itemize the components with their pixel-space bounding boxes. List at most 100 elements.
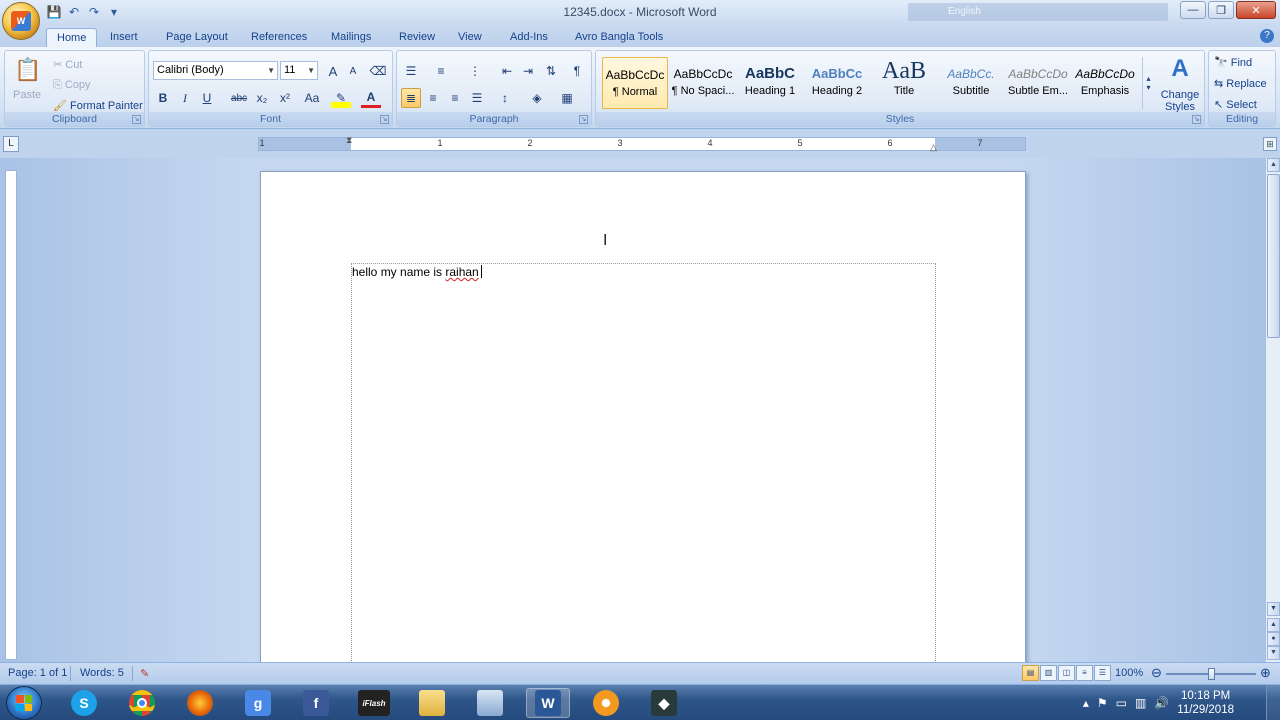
web-layout-icon[interactable]: ◫	[1058, 665, 1075, 681]
tab-view[interactable]: View	[448, 28, 492, 47]
strikethrough-button[interactable]: abc	[229, 88, 249, 108]
draft-icon[interactable]: ☰	[1094, 665, 1111, 681]
taskbar-chrome[interactable]	[120, 688, 164, 718]
paragraph-dialog-launcher[interactable]: ↘	[579, 115, 588, 124]
show-marks-button[interactable]: ¶	[567, 61, 587, 81]
bullets-icon[interactable]: ☰	[401, 61, 421, 81]
zoom-in-icon[interactable]: ⊕	[1260, 665, 1271, 681]
clock[interactable]: 10:18 PM 11/29/2018	[1177, 689, 1234, 717]
zoom-out-icon[interactable]: ⊖	[1151, 665, 1162, 681]
taskbar-firefox[interactable]	[178, 688, 222, 718]
clear-formatting-icon[interactable]: ⌫	[368, 61, 388, 81]
vertical-ruler[interactable]	[5, 170, 17, 660]
page-count[interactable]: Page: 1 of 1	[8, 667, 67, 679]
taskbar-google[interactable]: g	[236, 688, 280, 718]
style-emphasis[interactable]: AaBbCcDo Emphasis	[1072, 57, 1138, 109]
taskbar-explorer[interactable]	[410, 688, 454, 718]
underline-button[interactable]: U	[197, 88, 217, 108]
find-button[interactable]: 🔭 Find	[1214, 56, 1252, 69]
restore-button[interactable]: ❐	[1208, 1, 1234, 19]
font-dialog-launcher[interactable]: ↘	[380, 115, 389, 124]
tab-page-layout[interactable]: Page Layout	[156, 28, 238, 47]
scroll-thumb[interactable]	[1267, 174, 1280, 338]
font-name-combo[interactable]: Calibri (Body) ▼	[153, 61, 278, 80]
styles-dialog-launcher[interactable]: ↘	[1192, 115, 1201, 124]
align-left-icon[interactable]: ≣	[401, 88, 421, 108]
change-styles-button[interactable]: Change Styles	[1160, 89, 1200, 113]
document-page[interactable]: I hello my name is raihan	[260, 171, 1026, 662]
borders-icon[interactable]: ▦	[557, 88, 577, 108]
tab-review[interactable]: Review	[389, 28, 445, 47]
subscript-button[interactable]: x₂	[252, 88, 272, 108]
outline-icon[interactable]: ≡	[1076, 665, 1093, 681]
font-color-icon[interactable]: A	[361, 88, 381, 108]
sort-icon[interactable]: ⇅	[541, 61, 561, 81]
format-painter-button[interactable]: 🖌 Format Painter	[53, 99, 143, 112]
copy-button[interactable]: ⎘ Copy	[53, 79, 91, 92]
taskbar-facebook[interactable]: f	[294, 688, 338, 718]
zoom-level[interactable]: 100%	[1115, 667, 1143, 679]
italic-button[interactable]: I	[175, 88, 195, 108]
previous-page-icon[interactable]: ▲	[1267, 618, 1280, 632]
clipboard-dialog-launcher[interactable]: ↘	[132, 115, 141, 124]
help-icon[interactable]: ?	[1260, 29, 1274, 43]
style-title[interactable]: AaB Title	[871, 57, 937, 109]
start-button[interactable]	[6, 686, 42, 720]
taskbar-skype[interactable]: S	[62, 688, 106, 718]
minimize-button[interactable]: —	[1180, 1, 1206, 19]
office-button[interactable]: W	[2, 2, 40, 40]
scroll-down-icon[interactable]: ▼	[1267, 602, 1280, 616]
close-button[interactable]: ✕	[1236, 1, 1276, 19]
decrease-indent-icon[interactable]: ⇤	[497, 61, 517, 81]
right-indent-marker-icon[interactable]: △	[930, 142, 937, 153]
zoom-slider-knob[interactable]	[1208, 668, 1215, 680]
cut-button[interactable]: ✂ Cut	[53, 58, 82, 71]
taskbar-computer[interactable]	[468, 688, 512, 718]
print-layout-icon[interactable]: ▤	[1022, 665, 1039, 681]
shading-icon[interactable]: ◈	[527, 88, 547, 108]
view-ruler-icon[interactable]: ⊞	[1263, 137, 1277, 151]
tab-avro-bangla-tools[interactable]: Avro Bangla Tools	[565, 28, 673, 47]
select-browse-object-icon[interactable]: ●	[1267, 632, 1280, 646]
multilevel-list-icon[interactable]: ⋮	[465, 61, 485, 81]
style-normal[interactable]: AaBbCcDc ¶ Normal	[602, 57, 668, 109]
show-desktop-button[interactable]	[1266, 685, 1280, 720]
network-icon[interactable]: ▥	[1135, 696, 1146, 710]
line-spacing-icon[interactable]: ↕	[495, 88, 515, 108]
style-subtle-emphasis[interactable]: AaBbCcDo Subtle Em...	[1005, 57, 1071, 109]
taskbar-flash[interactable]: iFlash	[352, 688, 396, 718]
style-heading-2[interactable]: AaBbCc Heading 2	[804, 57, 870, 109]
change-case-button[interactable]: Aa	[299, 88, 325, 108]
paste-icon[interactable]: 📋	[13, 55, 43, 85]
tab-mailings[interactable]: Mailings	[321, 28, 381, 47]
taskbar-filmora[interactable]: ◆	[642, 688, 686, 718]
tab-references[interactable]: References	[241, 28, 317, 47]
horizontal-ruler[interactable]: 1 1 2 3 4 5 6 7 ⧗ △	[258, 135, 1026, 153]
next-page-icon[interactable]: ▼	[1267, 646, 1280, 660]
tab-selector-icon[interactable]: L	[3, 136, 19, 152]
volume-icon[interactable]: 🔊	[1154, 696, 1169, 710]
highlight-icon[interactable]: ✎	[331, 88, 351, 108]
numbering-icon[interactable]: ≡	[431, 61, 451, 81]
action-center-flag-icon[interactable]: ⚑	[1097, 696, 1108, 710]
shrink-font-button[interactable]: A	[343, 61, 363, 81]
language-bar[interactable]: English	[908, 3, 1168, 21]
replace-button[interactable]: ⇆ Replace	[1214, 77, 1267, 90]
justify-icon[interactable]: ☰	[467, 88, 487, 108]
select-button[interactable]: ↖ Select	[1214, 98, 1257, 111]
change-styles-icon[interactable]: A	[1166, 55, 1194, 83]
full-screen-reading-icon[interactable]: ▥	[1040, 665, 1057, 681]
style-no-spacing[interactable]: AaBbCcDc ¶ No Spaci...	[670, 57, 736, 109]
indent-marker-icon[interactable]: ⧗	[346, 135, 352, 146]
word-count[interactable]: Words: 5	[80, 667, 124, 679]
misspelled-word[interactable]: raihan	[445, 265, 478, 279]
scroll-up-icon[interactable]: ▲	[1267, 158, 1280, 172]
align-center-icon[interactable]: ≡	[423, 88, 443, 108]
tab-insert[interactable]: Insert	[100, 28, 148, 47]
tab-home[interactable]: Home	[46, 28, 98, 47]
font-size-combo[interactable]: 11 ▼	[280, 61, 318, 80]
taskbar-word[interactable]: W	[526, 688, 570, 718]
document-text[interactable]: hello my name is raihan	[352, 265, 482, 279]
styles-scroll-icon[interactable]: ▴ ▾	[1142, 57, 1154, 109]
taskbar-media[interactable]	[584, 688, 628, 718]
